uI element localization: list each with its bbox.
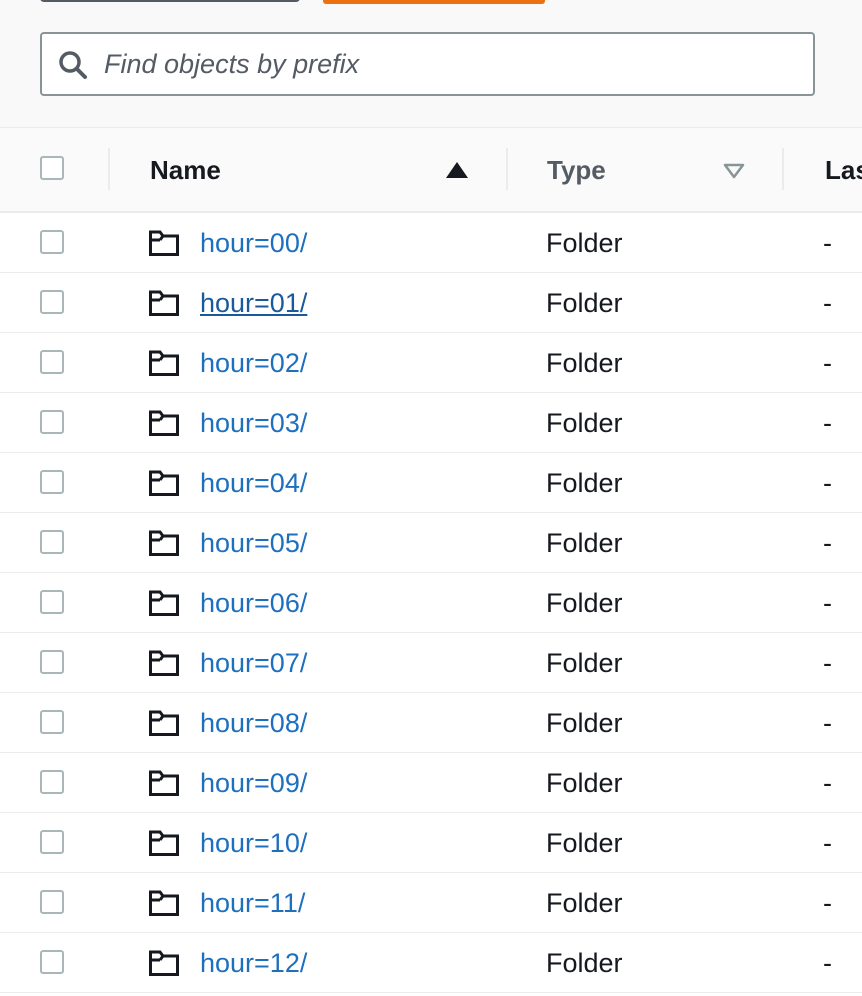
table-row: hour=03/ Folder - xyxy=(0,393,862,453)
folder-icon xyxy=(149,950,179,976)
type-cell: Folder xyxy=(546,528,623,558)
search-input[interactable] xyxy=(104,34,804,94)
row-checkbox[interactable] xyxy=(40,410,64,434)
column-divider[interactable] xyxy=(782,148,784,190)
type-cell: Folder xyxy=(546,288,623,318)
table-row: hour=07/ Folder - xyxy=(0,633,862,693)
folder-link[interactable]: hour=11/ xyxy=(200,873,305,933)
table-header: Name Type Las xyxy=(0,128,862,213)
last-modified-cell: - xyxy=(823,708,832,738)
type-cell: Folder xyxy=(546,588,623,618)
folder-icon xyxy=(149,230,179,256)
folder-link[interactable]: hour=01/ xyxy=(200,273,307,333)
type-cell: Folder xyxy=(546,768,623,798)
folder-link[interactable]: hour=02/ xyxy=(200,333,307,393)
table-row: hour=09/ Folder - xyxy=(0,753,862,813)
row-checkbox[interactable] xyxy=(40,350,64,374)
table-row: hour=04/ Folder - xyxy=(0,453,862,513)
folder-icon xyxy=(149,590,179,616)
table-row: hour=12/ Folder - xyxy=(0,933,862,993)
row-checkbox[interactable] xyxy=(40,290,64,314)
type-cell: Folder xyxy=(546,468,623,498)
last-modified-cell: - xyxy=(823,288,832,318)
table-row: hour=06/ Folder - xyxy=(0,573,862,633)
folder-icon xyxy=(149,530,179,556)
row-checkbox[interactable] xyxy=(40,470,64,494)
table-row: hour=11/ Folder - xyxy=(0,873,862,933)
primary-action-button[interactable] xyxy=(323,0,545,4)
folder-icon xyxy=(149,830,179,856)
folder-link[interactable]: hour=10/ xyxy=(200,813,307,873)
last-modified-cell: - xyxy=(823,768,832,798)
folder-icon xyxy=(149,290,179,316)
column-divider[interactable] xyxy=(108,148,110,190)
last-modified-cell: - xyxy=(823,948,832,978)
row-checkbox[interactable] xyxy=(40,530,64,554)
s3-objects-page: Name Type Las hour=00/ Folder - hou xyxy=(0,0,862,996)
column-header-type[interactable]: Type xyxy=(547,128,606,213)
last-modified-cell: - xyxy=(823,588,832,618)
type-cell: Folder xyxy=(546,828,623,858)
table-body: hour=00/ Folder - hour=01/ Folder - hour… xyxy=(0,213,862,993)
column-header-name[interactable]: Name xyxy=(150,128,221,213)
last-modified-cell: - xyxy=(823,528,832,558)
type-cell: Folder xyxy=(546,888,623,918)
last-modified-cell: - xyxy=(823,408,832,438)
column-header-last-modified[interactable]: Las xyxy=(825,128,862,213)
type-cell: Folder xyxy=(546,348,623,378)
folder-icon xyxy=(149,350,179,376)
table-row: hour=00/ Folder - xyxy=(0,213,862,273)
select-all-checkbox[interactable] xyxy=(40,156,64,180)
row-checkbox[interactable] xyxy=(40,830,64,854)
table-row: hour=10/ Folder - xyxy=(0,813,862,873)
table-row: hour=02/ Folder - xyxy=(0,333,862,393)
folder-link[interactable]: hour=04/ xyxy=(200,453,307,513)
row-checkbox[interactable] xyxy=(40,650,64,674)
table-row: hour=01/ Folder - xyxy=(0,273,862,333)
folder-link[interactable]: hour=12/ xyxy=(200,933,307,993)
type-cell: Folder xyxy=(546,948,623,978)
search-icon xyxy=(59,51,87,79)
table-row: hour=08/ Folder - xyxy=(0,693,862,753)
row-checkbox[interactable] xyxy=(40,710,64,734)
table-row: hour=05/ Folder - xyxy=(0,513,862,573)
last-modified-cell: - xyxy=(823,468,832,498)
row-checkbox[interactable] xyxy=(40,890,64,914)
toolbar-area xyxy=(0,0,862,128)
row-checkbox[interactable] xyxy=(40,230,64,254)
last-modified-cell: - xyxy=(823,228,832,258)
secondary-action-button[interactable] xyxy=(40,0,300,2)
type-cell: Folder xyxy=(546,708,623,738)
search-box[interactable] xyxy=(40,32,815,96)
folder-icon xyxy=(149,770,179,796)
type-cell: Folder xyxy=(546,408,623,438)
folder-link[interactable]: hour=08/ xyxy=(200,693,307,753)
sort-ascending-icon[interactable] xyxy=(446,162,468,178)
objects-table: Name Type Las hour=00/ Folder - hou xyxy=(0,128,862,993)
folder-link[interactable]: hour=07/ xyxy=(200,633,307,693)
folder-icon xyxy=(149,410,179,436)
column-divider[interactable] xyxy=(506,148,508,190)
last-modified-cell: - xyxy=(823,348,832,378)
last-modified-cell: - xyxy=(823,648,832,678)
row-checkbox[interactable] xyxy=(40,950,64,974)
type-cell: Folder xyxy=(546,648,623,678)
folder-icon xyxy=(149,890,179,916)
folder-link[interactable]: hour=05/ xyxy=(200,513,307,573)
folder-link[interactable]: hour=03/ xyxy=(200,393,307,453)
sort-descending-icon[interactable] xyxy=(723,163,745,179)
row-checkbox[interactable] xyxy=(40,590,64,614)
folder-link[interactable]: hour=06/ xyxy=(200,573,307,633)
folder-link[interactable]: hour=09/ xyxy=(200,753,307,813)
last-modified-cell: - xyxy=(823,828,832,858)
type-cell: Folder xyxy=(546,228,623,258)
last-modified-cell: - xyxy=(823,888,832,918)
folder-icon xyxy=(149,470,179,496)
folder-icon xyxy=(149,710,179,736)
folder-link[interactable]: hour=00/ xyxy=(200,213,307,273)
folder-icon xyxy=(149,650,179,676)
row-checkbox[interactable] xyxy=(40,770,64,794)
